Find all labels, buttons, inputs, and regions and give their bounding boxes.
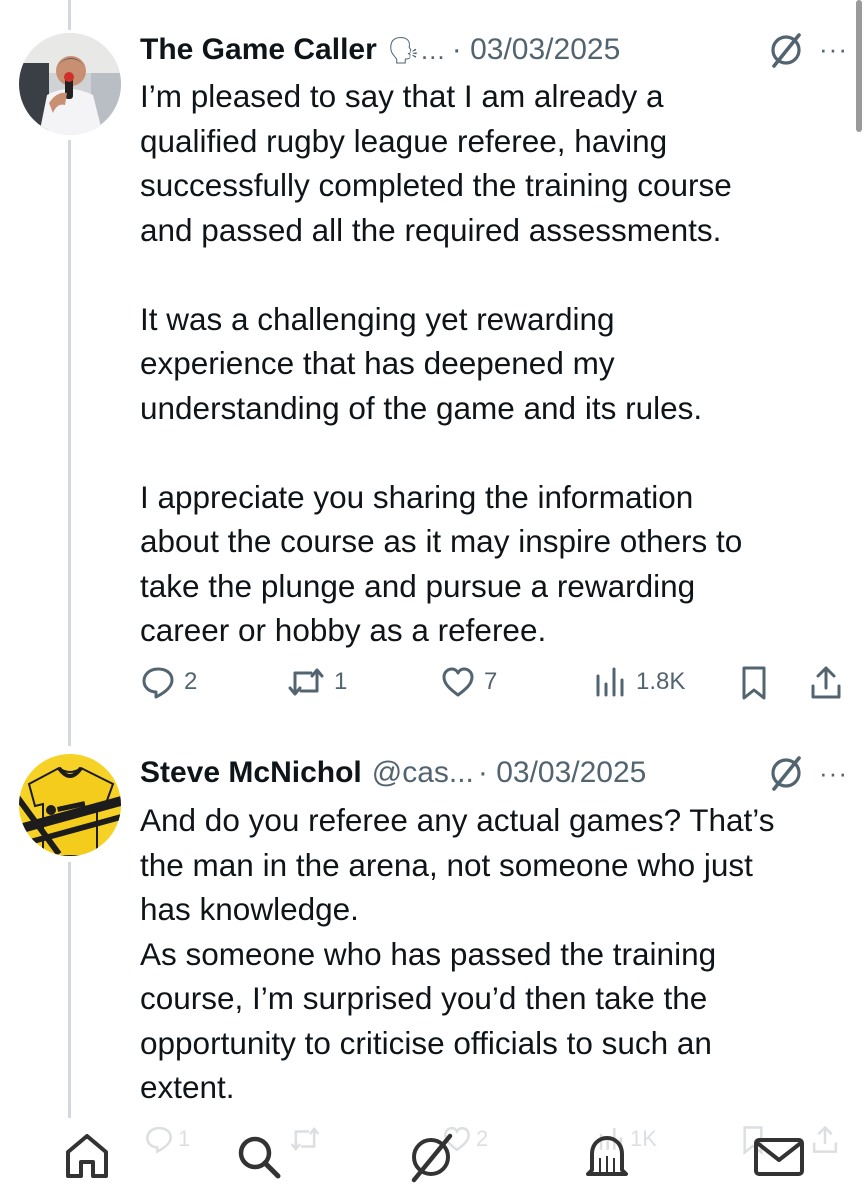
bookmark-button[interactable] [736,664,772,702]
grok-icon[interactable] [766,30,806,70]
tweet-date[interactable]: · 03/03/2025 [452,33,620,67]
display-name[interactable]: Steve McNichol [140,756,362,790]
avatar-the-game-caller[interactable] [19,33,121,135]
messages-icon[interactable] [752,1134,806,1180]
thread-line-between [68,140,71,746]
notifications-icon[interactable] [582,1130,632,1184]
views-count: 1.8K [636,668,686,695]
tweet-actions: 2 1 7 1.8K [140,664,846,708]
bottom-navigation [0,1118,866,1200]
grok-icon[interactable] [766,753,806,793]
repost-icon [288,668,324,696]
repost-count: 1 [334,668,348,695]
tweet-date[interactable]: · 03/03/2025 [478,756,646,790]
repost-button[interactable]: 1 [286,664,347,700]
bookmark-icon [742,666,766,700]
reply-icon [142,667,174,699]
tweet-text: And do you referee any actual games? Tha… [140,802,775,1105]
scrollbar[interactable] [856,0,862,132]
share-icon [811,666,841,699]
like-button[interactable]: 7 [440,664,497,700]
reply-count: 2 [184,668,198,695]
like-icon [442,667,474,697]
tweet-header: The Game Caller 🗣… · 03/03/2025 [140,30,826,70]
user-handle[interactable]: @cas... [372,756,474,790]
views-icon [596,667,624,697]
name-emoji: 🗣… [386,34,446,65]
home-icon[interactable] [62,1130,112,1182]
yellow-rugby-shirt-avatar-icon [19,754,121,856]
views-button[interactable]: 1.8K [592,664,685,700]
more-options-button[interactable]: ··· [819,758,848,789]
tweet-text: I’m pleased to say that I am already a q… [140,78,743,648]
thread-line-bottom [68,862,71,1118]
display-name[interactable]: The Game Caller [140,33,377,67]
avatar-steve-mcnichol[interactable] [19,754,121,856]
like-count: 7 [484,668,498,695]
thread-line-top [68,0,71,30]
person-with-microphone-avatar-icon [19,33,121,135]
grok-nav-icon[interactable] [404,1130,458,1184]
reply-button[interactable]: 2 [140,664,197,700]
search-icon[interactable] [234,1132,284,1182]
more-options-button[interactable]: ··· [819,34,848,65]
tweet-header: Steve McNichol @cas... · 03/03/2025 [140,753,826,793]
share-button[interactable] [808,664,844,702]
